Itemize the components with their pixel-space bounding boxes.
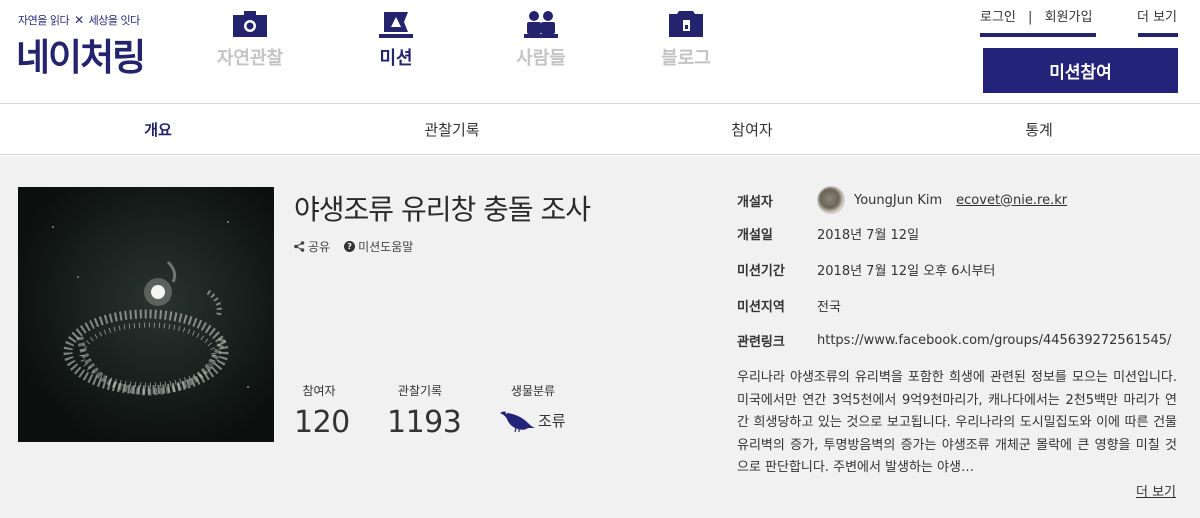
signup-link[interactable]: 회원가입 [1045, 10, 1093, 25]
nav-label: 자연관찰 [216, 48, 284, 69]
join-mission-button[interactable]: 미션참여 [983, 48, 1178, 93]
auth-links: 로그인 | 회원가입 [980, 6, 1092, 25]
mission-tabs: 개요 관찰기록 참여자 통계 [0, 105, 1200, 155]
records-label: 관찰기록 [397, 384, 443, 398]
opened-row: 개설일 2018년 7월 12일 [737, 224, 1182, 243]
help-label: 미션도움말 [358, 240, 414, 254]
logo-slogan: 자연을 읽다 ✕ 세상을 잇다 [18, 12, 140, 28]
people-icon [524, 11, 558, 38]
taxon-label: 생물분류 [510, 384, 556, 398]
participants-count: 120 [294, 405, 350, 440]
creator-email[interactable]: ecovet@nie.re.kr [956, 193, 1067, 208]
region-value: 전국 [817, 300, 841, 315]
link-row: 관련링크 https://www.facebook.com/groups/445… [737, 331, 1182, 350]
nav-label: 미션 [379, 48, 413, 69]
region-row: 미션지역 전국 [737, 296, 1182, 315]
participants-label: 참여자 [302, 384, 336, 398]
share-button[interactable]: 공유 [294, 238, 330, 255]
mission-content: 야생조류 유리창 충돌 조사 공유 ? 미션도움말 참여자 120 관찰기록 1… [0, 156, 1200, 518]
tab-statistics[interactable]: 통계 [1025, 105, 1053, 155]
records-stat: 관찰기록 1193 [387, 382, 462, 440]
records-count: 1193 [387, 405, 462, 440]
mission-photo [18, 187, 274, 442]
region-label: 미션지역 [737, 300, 785, 315]
slogan-first: 자연을 읽다 [18, 14, 70, 27]
period-row: 미션기간 2018년 7월 12일 오후 6시부터 [737, 260, 1182, 279]
site-header: 자연을 읽다 ✕ 세상을 잇다 네이처링 자연관찰 미션 사람들 블로그 로그인… [0, 0, 1200, 104]
opened-label: 개설일 [737, 228, 773, 243]
flag-icon [379, 12, 413, 38]
site-logo[interactable]: 네이처링 [16, 34, 146, 82]
nav-item-people[interactable]: 사람들 [486, 0, 596, 104]
more-menu-link[interactable]: 더 보기 [1137, 6, 1177, 25]
share-icon [294, 241, 305, 252]
blog-icon [669, 11, 703, 37]
camera-icon [233, 11, 267, 37]
creator-name[interactable]: YoungJun Kim [854, 193, 942, 208]
taxon-stat: 생물분류 조류 [498, 382, 568, 433]
participants-stat: 참여자 120 [294, 382, 350, 440]
mission-photo-image [18, 187, 274, 442]
bird-icon [500, 411, 535, 433]
mission-help-button[interactable]: ? 미션도움말 [344, 238, 413, 255]
creator-row: 개설자 YoungJun Kim ecovet@nie.re.kr [737, 186, 1182, 214]
tab-overview[interactable]: 개요 [144, 105, 172, 155]
mission-title: 야생조류 유리창 충돌 조사 [294, 193, 591, 226]
creator-label: 개설자 [737, 194, 773, 210]
more-underline [1138, 33, 1178, 37]
slogan-separator: ✕ [74, 13, 84, 27]
share-label: 공유 [308, 240, 331, 254]
nav-item-blog[interactable]: 블로그 [631, 0, 741, 104]
nav-label: 사람들 [516, 48, 566, 69]
mission-actions: 공유 ? 미션도움말 [294, 238, 413, 255]
taxon-value: 조류 [538, 411, 566, 430]
link-label: 관련링크 [737, 335, 785, 350]
period-value: 2018년 7월 12일 오후 6시부터 [817, 264, 996, 279]
related-link[interactable]: https://www.facebook.com/groups/44563927… [817, 333, 1171, 348]
tab-participants[interactable]: 참여자 [731, 105, 772, 155]
divider: | [1028, 10, 1033, 25]
login-link[interactable]: 로그인 [980, 10, 1016, 25]
help-icon: ? [344, 241, 356, 252]
opened-value: 2018년 7월 12일 [817, 228, 920, 243]
tab-records[interactable]: 관찰기록 [424, 105, 479, 155]
avatar[interactable] [817, 186, 845, 214]
auth-underline [980, 33, 1096, 37]
slogan-second: 세상을 잇다 [88, 14, 141, 27]
nav-label: 블로그 [661, 48, 711, 69]
description-more-link[interactable]: 더 보기 [1136, 481, 1176, 500]
mission-description: 우리나라 야생조류의 유리벽을 포함한 희생에 관련된 정보를 모으는 미션입니… [737, 370, 1177, 475]
period-label: 미션기간 [737, 264, 785, 279]
nav-item-nature[interactable]: 자연관찰 [195, 0, 305, 104]
nav-item-mission[interactable]: 미션 [341, 0, 451, 104]
